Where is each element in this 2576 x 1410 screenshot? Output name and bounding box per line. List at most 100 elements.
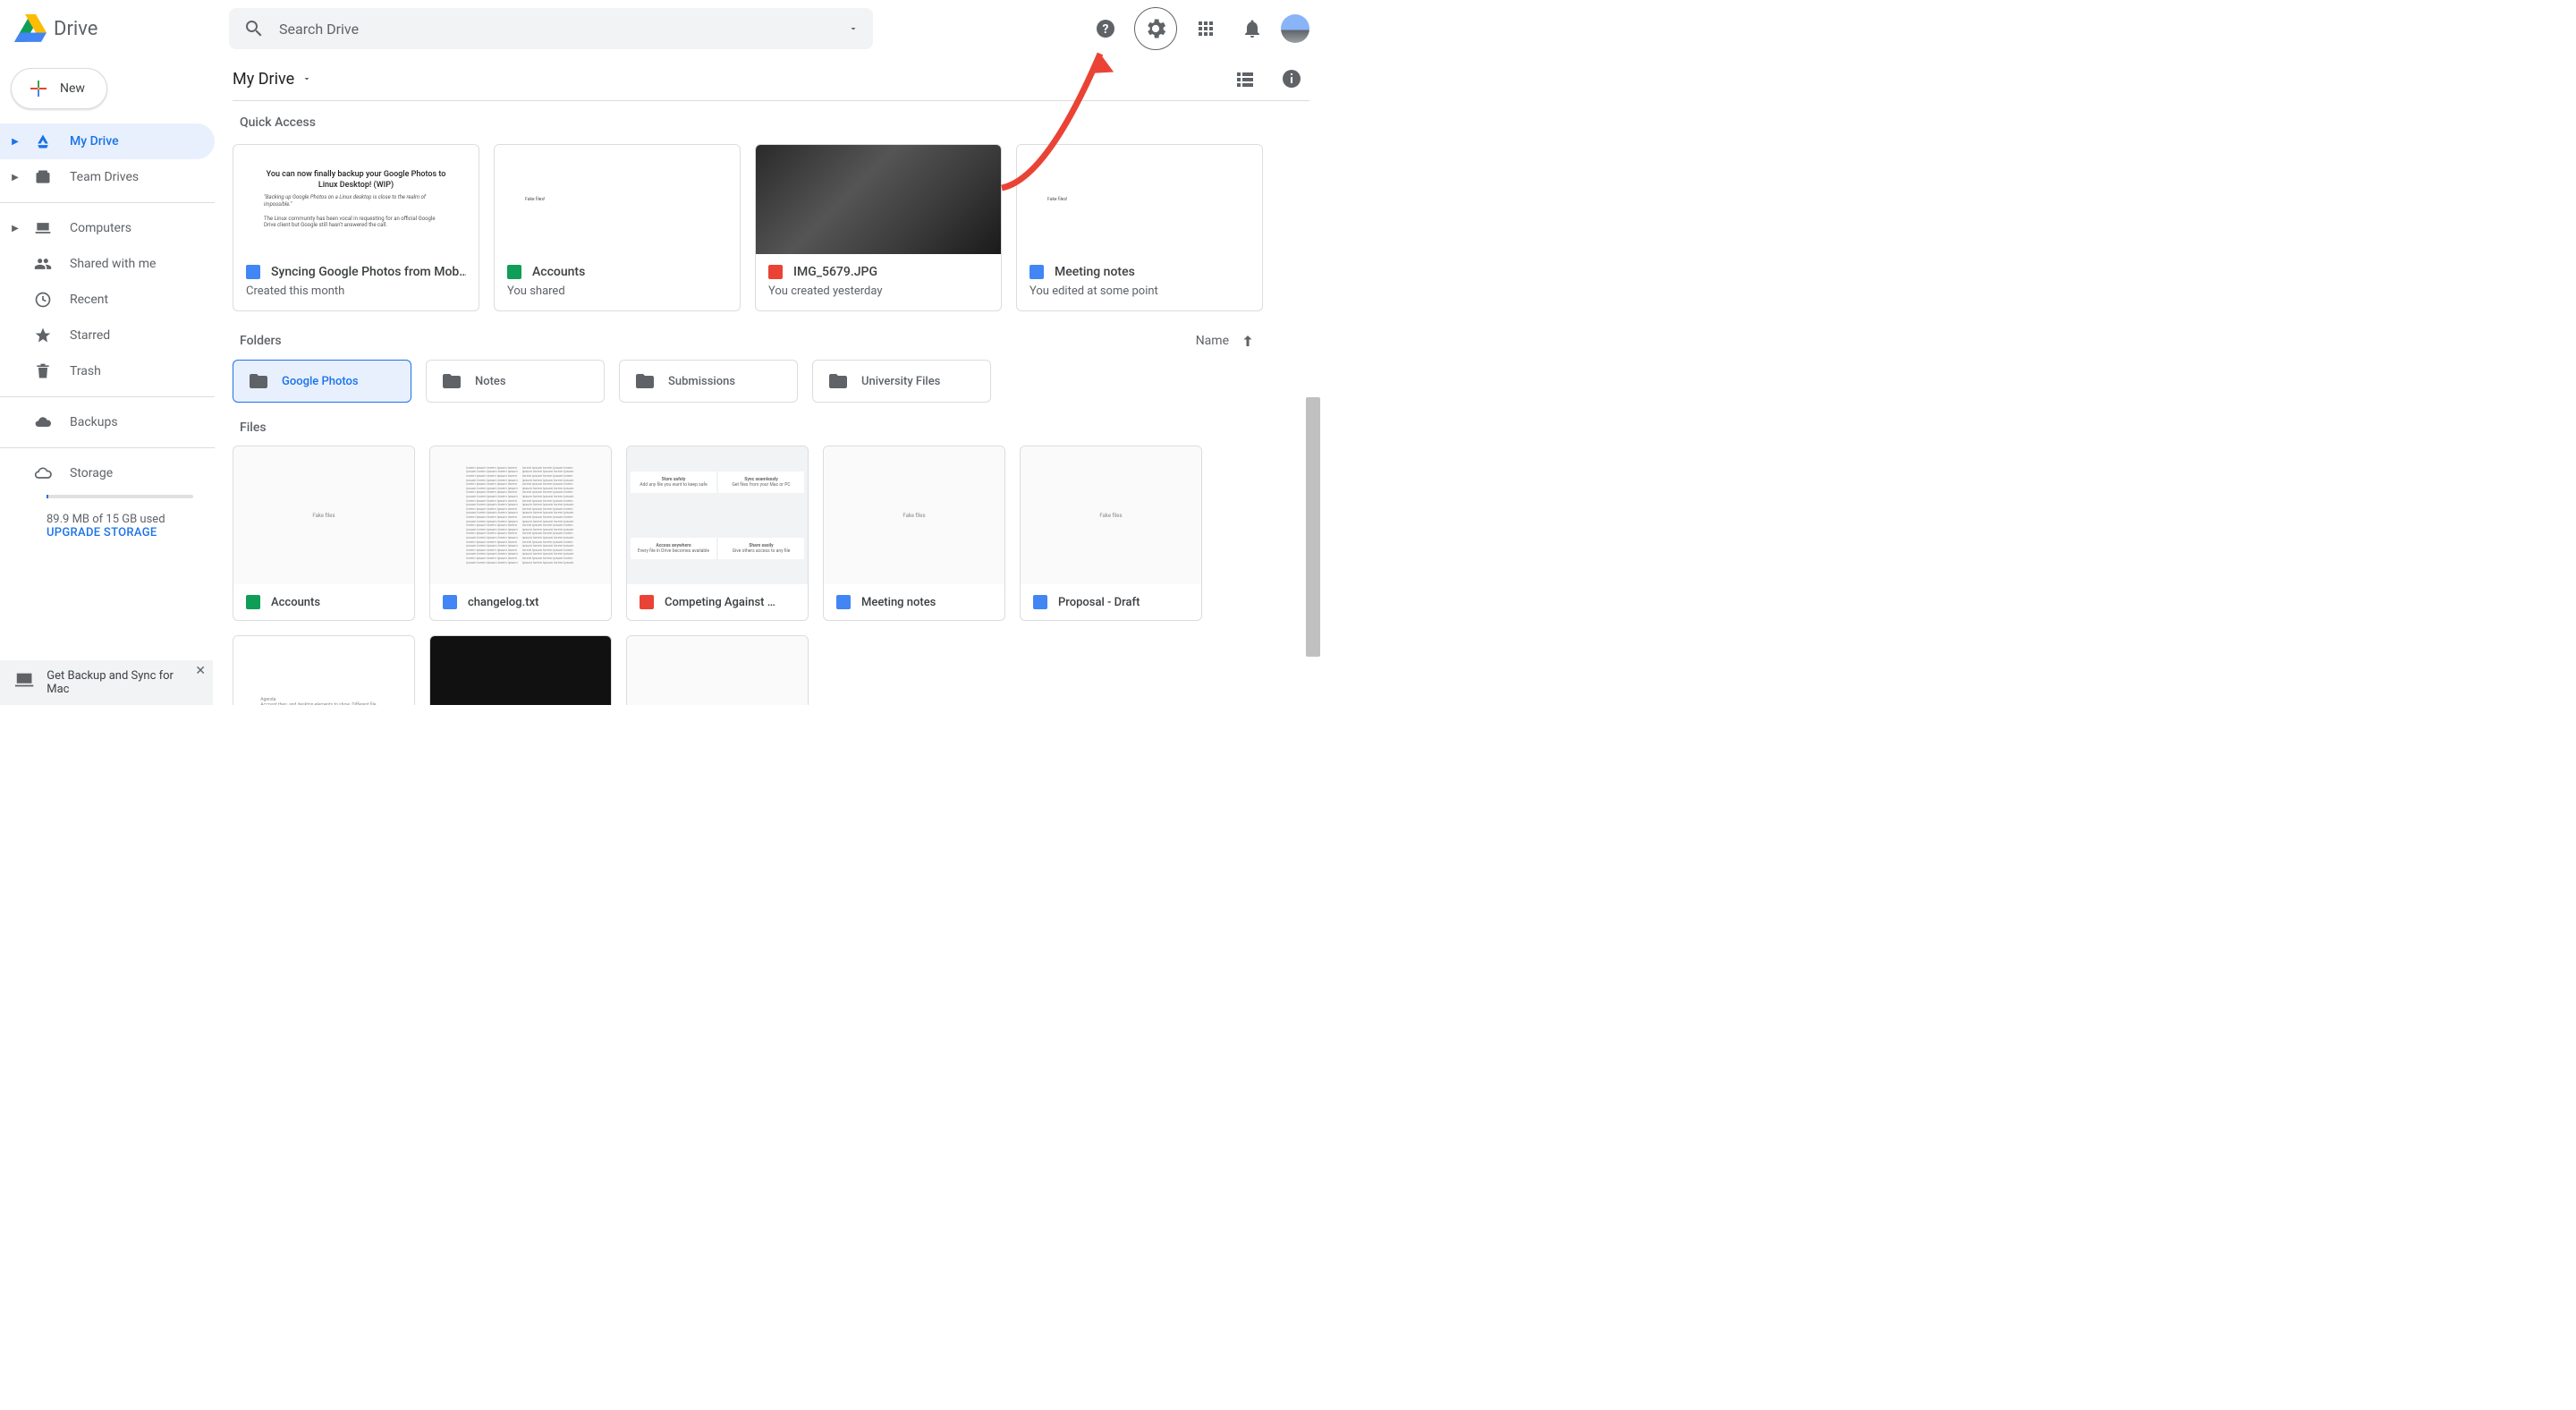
breadcrumb[interactable]: My Drive bbox=[233, 70, 312, 89]
drive-logo-icon bbox=[14, 13, 47, 45]
sidebar-item-trash[interactable]: Trash bbox=[0, 353, 215, 389]
info-icon bbox=[1281, 68, 1302, 89]
docs-icon bbox=[246, 265, 260, 279]
quick-access-card[interactable]: Fake files!AccountsYou shared bbox=[494, 144, 741, 311]
sidebar-item-storage[interactable]: Storage bbox=[0, 455, 215, 491]
apps-button[interactable] bbox=[1188, 11, 1224, 47]
folder-label: Submissions bbox=[668, 375, 735, 388]
docs-icon bbox=[1033, 595, 1047, 609]
folder-item[interactable]: Notes bbox=[426, 360, 605, 403]
docs-icon bbox=[443, 595, 457, 609]
file-card[interactable]: lorem ipsum lorem ipsum lorem ipsum lore… bbox=[429, 446, 612, 621]
sidebar-item-shared[interactable]: Shared with me bbox=[0, 246, 215, 282]
file-card[interactable]: Fake filesAccounts bbox=[233, 446, 415, 621]
close-icon[interactable]: ✕ bbox=[195, 664, 206, 678]
folder-label: Google Photos bbox=[282, 375, 359, 388]
people-icon bbox=[34, 255, 55, 273]
help-button[interactable] bbox=[1088, 11, 1123, 47]
main-content: My Drive Quick Access You can now finall… bbox=[215, 57, 1324, 705]
file-title: Accounts bbox=[271, 596, 320, 609]
dropdown-icon[interactable] bbox=[848, 23, 859, 34]
docs-icon bbox=[1030, 265, 1044, 279]
sidebar-item-label: Storage bbox=[70, 466, 113, 480]
scrollbar[interactable] bbox=[1306, 397, 1320, 657]
search-bar[interactable] bbox=[229, 8, 873, 49]
desktop-icon bbox=[14, 669, 34, 691]
folder-label: University Files bbox=[861, 375, 940, 388]
sort-label: Name bbox=[1196, 334, 1229, 348]
sort-button[interactable]: Name bbox=[1196, 333, 1309, 349]
img-icon bbox=[768, 265, 783, 279]
sidebar: New ▶ My Drive ▶ Team Drives ▶ Computers… bbox=[0, 57, 215, 705]
file-card[interactable]: Fake filesProposal - Draft bbox=[1020, 446, 1202, 621]
star-icon bbox=[34, 327, 55, 344]
upgrade-storage-link[interactable]: UPGRADE STORAGE bbox=[0, 526, 215, 539]
details-button[interactable] bbox=[1274, 61, 1309, 97]
folder-item[interactable]: Google Photos bbox=[233, 360, 411, 403]
arrow-up-icon bbox=[1240, 333, 1256, 349]
breadcrumb-label: My Drive bbox=[233, 70, 294, 89]
quick-access-card[interactable]: You can now finally backup your Google P… bbox=[233, 144, 479, 311]
card-subtitle: You created yesterday bbox=[768, 285, 988, 298]
sidebar-item-label: Starred bbox=[70, 328, 110, 343]
sidebar-item-label: Team Drives bbox=[70, 170, 139, 184]
file-card[interactable] bbox=[429, 635, 612, 705]
sidebar-item-recent[interactable]: Recent bbox=[0, 282, 215, 318]
promo-banner: Get Backup and Sync for Mac ✕ bbox=[0, 660, 213, 705]
folder-item[interactable]: University Files bbox=[812, 360, 991, 403]
quick-access-card[interactable]: IMG_5679.JPG You created yesterday bbox=[755, 144, 1002, 311]
card-title: Accounts bbox=[532, 265, 585, 279]
sidebar-item-label: My Drive bbox=[70, 134, 119, 149]
dropdown-icon bbox=[301, 73, 312, 84]
list-icon bbox=[1234, 68, 1256, 89]
drive-icon bbox=[34, 132, 55, 150]
card-subtitle: Created this month bbox=[246, 285, 466, 298]
file-card[interactable]: AgendaAccount then, and desktop elements… bbox=[233, 635, 415, 705]
storage-used: 89.9 MB of 15 GB used bbox=[0, 505, 215, 526]
sidebar-item-label: Computers bbox=[70, 221, 131, 235]
help-icon bbox=[1095, 18, 1116, 39]
apps-icon bbox=[1195, 18, 1216, 39]
file-card[interactable]: Store safelyAdd any file you want to kee… bbox=[626, 446, 809, 621]
settings-button[interactable] bbox=[1134, 7, 1177, 50]
plus-icon bbox=[28, 78, 49, 99]
file-card[interactable]: Fake filesMeeting notes bbox=[823, 446, 1005, 621]
chevron-right-icon: ▶ bbox=[11, 173, 20, 183]
search-icon bbox=[243, 18, 265, 39]
file-title: changelog.txt bbox=[468, 596, 538, 609]
folders-title: Folders bbox=[240, 334, 282, 348]
trash-icon bbox=[34, 362, 55, 380]
gear-icon bbox=[1143, 16, 1168, 41]
new-button-label: New bbox=[60, 81, 85, 96]
card-title: Syncing Google Photos from Mob… bbox=[271, 265, 466, 279]
sidebar-item-team-drives[interactable]: ▶ Team Drives bbox=[0, 159, 215, 195]
card-subtitle: You shared bbox=[507, 285, 727, 298]
account-avatar[interactable] bbox=[1281, 14, 1309, 43]
laptop-icon bbox=[34, 219, 55, 237]
quick-access-title: Quick Access bbox=[240, 115, 1309, 130]
card-title: IMG_5679.JPG bbox=[793, 265, 877, 279]
notifications-button[interactable] bbox=[1234, 11, 1270, 47]
app-logo[interactable]: Drive bbox=[14, 13, 229, 45]
file-title: Competing Against … bbox=[665, 596, 775, 609]
new-button[interactable]: New bbox=[11, 68, 107, 109]
folder-icon bbox=[827, 370, 849, 392]
clock-icon bbox=[34, 291, 55, 309]
folder-icon bbox=[248, 370, 269, 392]
quick-access-card[interactable]: Fake files!Meeting notesYou edited at so… bbox=[1016, 144, 1263, 311]
folder-icon bbox=[441, 370, 462, 392]
file-card[interactable] bbox=[626, 635, 809, 705]
folder-item[interactable]: Submissions bbox=[619, 360, 798, 403]
sidebar-item-starred[interactable]: Starred bbox=[0, 318, 215, 353]
team-drive-icon bbox=[34, 168, 55, 186]
sidebar-item-label: Shared with me bbox=[70, 257, 156, 271]
file-title: Meeting notes bbox=[861, 596, 936, 609]
folder-icon bbox=[634, 370, 656, 392]
sidebar-item-my-drive[interactable]: ▶ My Drive bbox=[0, 123, 215, 159]
sidebar-item-computers[interactable]: ▶ Computers bbox=[0, 210, 215, 246]
card-title: Meeting notes bbox=[1055, 265, 1135, 279]
search-input[interactable] bbox=[279, 21, 834, 38]
chevron-right-icon: ▶ bbox=[11, 224, 20, 234]
list-view-button[interactable] bbox=[1227, 61, 1263, 97]
sidebar-item-backups[interactable]: Backups bbox=[0, 404, 215, 440]
